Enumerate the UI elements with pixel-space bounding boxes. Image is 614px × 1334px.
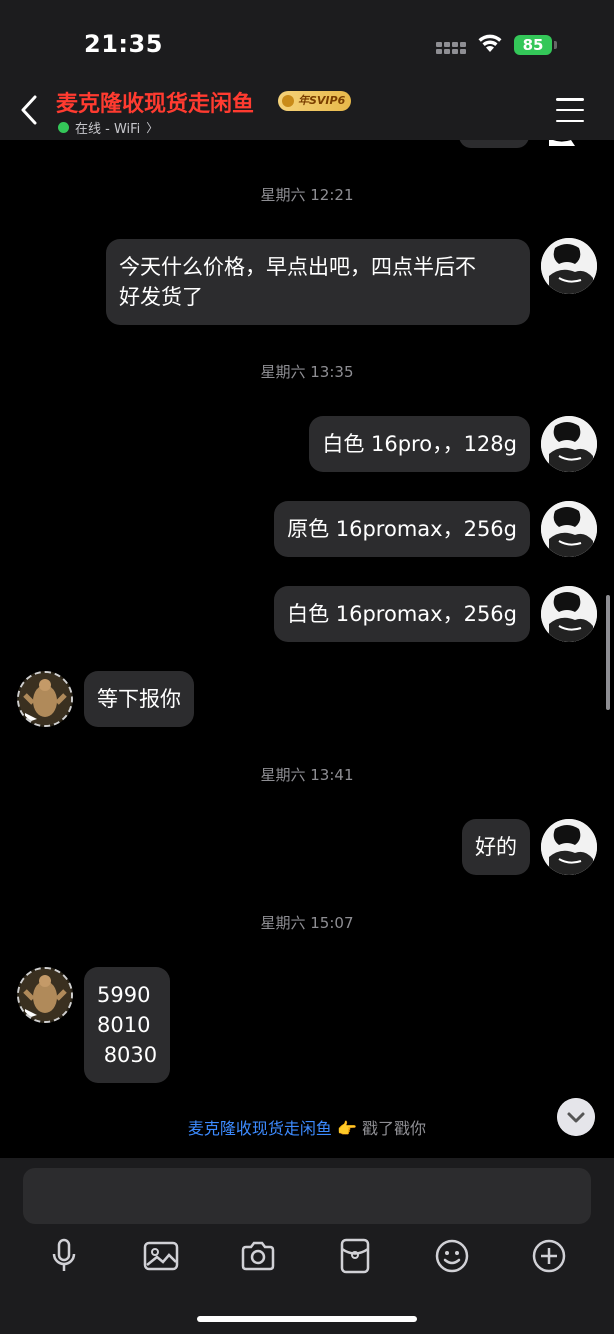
home-indicator[interactable] [197, 1316, 417, 1322]
chevron-right-icon: 〉 [146, 121, 159, 135]
message-bubble[interactable]: 白色 16pro，，128g [309, 416, 530, 472]
battery-level: 85 [514, 35, 552, 55]
message-input[interactable] [23, 1168, 591, 1224]
emoji-icon[interactable] [432, 1236, 472, 1276]
message-bubble[interactable]: 今天什么价格，早点出吧，四点半后不 好发货了 [106, 239, 530, 325]
chat-header: 麦克隆收现货走闲鱼 年SVIP6 在线 - WiFi 〉 [0, 80, 614, 140]
message-bubble[interactable]: 等下报你 [84, 671, 194, 727]
battery-tip [554, 41, 557, 49]
timestamp: 星期六 12:21 [260, 186, 354, 204]
svip-badge: 年SVIP6 [278, 91, 352, 111]
hamburger-menu-icon[interactable] [556, 98, 584, 122]
online-dot-icon [58, 122, 69, 133]
my-avatar-partial [549, 140, 575, 146]
microphone-icon[interactable] [44, 1236, 84, 1276]
contact-avatar[interactable] [17, 671, 73, 727]
message-bubble[interactable]: 原色 16promax，256g [274, 501, 530, 557]
pointing-hand-icon: 👉 [337, 1119, 357, 1138]
message-list[interactable]: 星期六 12:21 今天什么价格，早点出吧，四点半后不 好发货了 星期六 13:… [0, 140, 614, 1158]
timestamp: 星期六 15:07 [260, 914, 354, 932]
status-bar: 21:35 85 [0, 0, 614, 80]
image-icon[interactable] [141, 1236, 181, 1276]
my-avatar[interactable] [541, 238, 597, 294]
chat-title[interactable]: 麦克隆收现货走闲鱼 [56, 86, 254, 118]
poke-action: 戳了戳你 [362, 1119, 427, 1138]
composer [0, 1158, 614, 1334]
my-avatar[interactable] [541, 416, 597, 472]
timestamp: 星期六 13:35 [260, 363, 354, 381]
chevron-left-icon[interactable] [18, 94, 40, 126]
scrollbar[interactable] [606, 595, 610, 710]
my-avatar[interactable] [541, 819, 597, 875]
poke-notice: 麦克隆收现货走闲鱼 👉 戳了戳你 [0, 1115, 614, 1139]
message-bubble-partial [459, 140, 529, 148]
my-avatar[interactable] [541, 586, 597, 642]
camera-icon[interactable] [238, 1236, 278, 1276]
message-bubble[interactable]: 5990 8010 8030 [84, 967, 171, 1083]
cellular-signal-icon [436, 42, 468, 54]
contact-avatar[interactable] [17, 967, 73, 1023]
red-packet-icon[interactable] [335, 1236, 375, 1276]
online-status-label: 在线 - WiFi [75, 122, 141, 137]
wifi-icon [478, 34, 502, 52]
status-time: 21:35 [84, 30, 163, 58]
poke-sender-name[interactable]: 麦克隆收现货走闲鱼 [188, 1119, 332, 1138]
scroll-to-bottom-button[interactable] [557, 1098, 595, 1136]
my-avatar[interactable] [541, 501, 597, 557]
plus-icon[interactable] [529, 1236, 569, 1276]
composer-toolbar [0, 1236, 614, 1280]
message-bubble[interactable]: 好的 [462, 819, 530, 875]
timestamp: 星期六 13:41 [260, 766, 354, 784]
online-status[interactable]: 在线 - WiFi 〉 [58, 118, 158, 137]
message-bubble[interactable]: 白色 16promax，256g [274, 586, 530, 642]
